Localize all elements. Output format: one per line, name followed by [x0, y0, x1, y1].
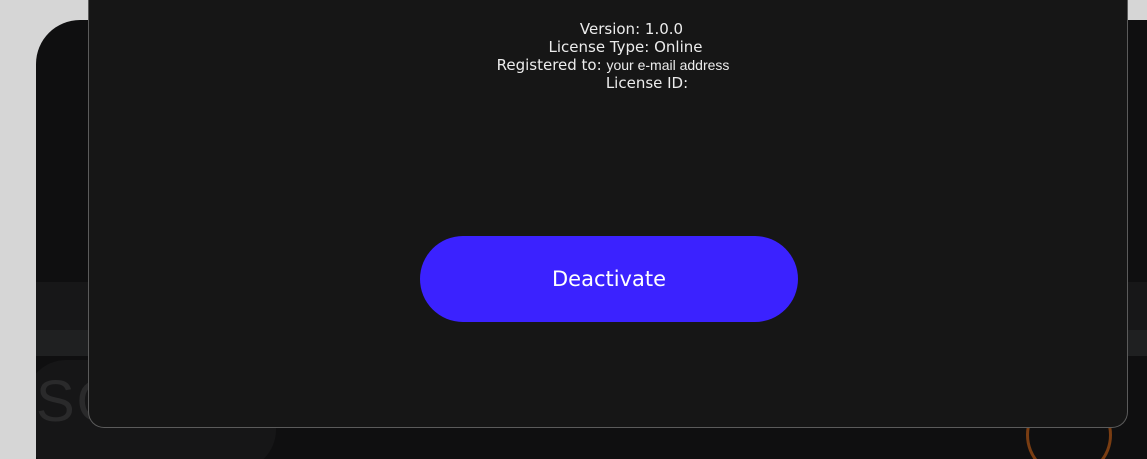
version-label: Version:: [579, 20, 641, 38]
license-id-label: License ID:: [605, 74, 689, 92]
screen: SO Version: 1.0.0 License Type: Online R…: [0, 0, 1147, 459]
registered-email: your e-mail address: [606, 57, 730, 73]
license-info: Version: 1.0.0 License Type: Online Regi…: [89, 20, 1129, 92]
version-value: 1.0.0: [644, 20, 684, 38]
registered-label: Registered to:: [496, 56, 602, 74]
license-type-value: Online: [654, 38, 703, 56]
license-id-row: License ID:: [165, 74, 1129, 92]
registered-row: Registered to: your e-mail address: [97, 56, 1129, 74]
license-panel: Version: 1.0.0 License Type: Online Regi…: [88, 0, 1128, 428]
deactivate-button[interactable]: Deactivate: [420, 236, 798, 322]
license-type-row: License Type: Online: [122, 38, 1129, 56]
license-type-label: License Type:: [548, 38, 650, 56]
version-row: Version: 1.0.0: [134, 20, 1129, 38]
